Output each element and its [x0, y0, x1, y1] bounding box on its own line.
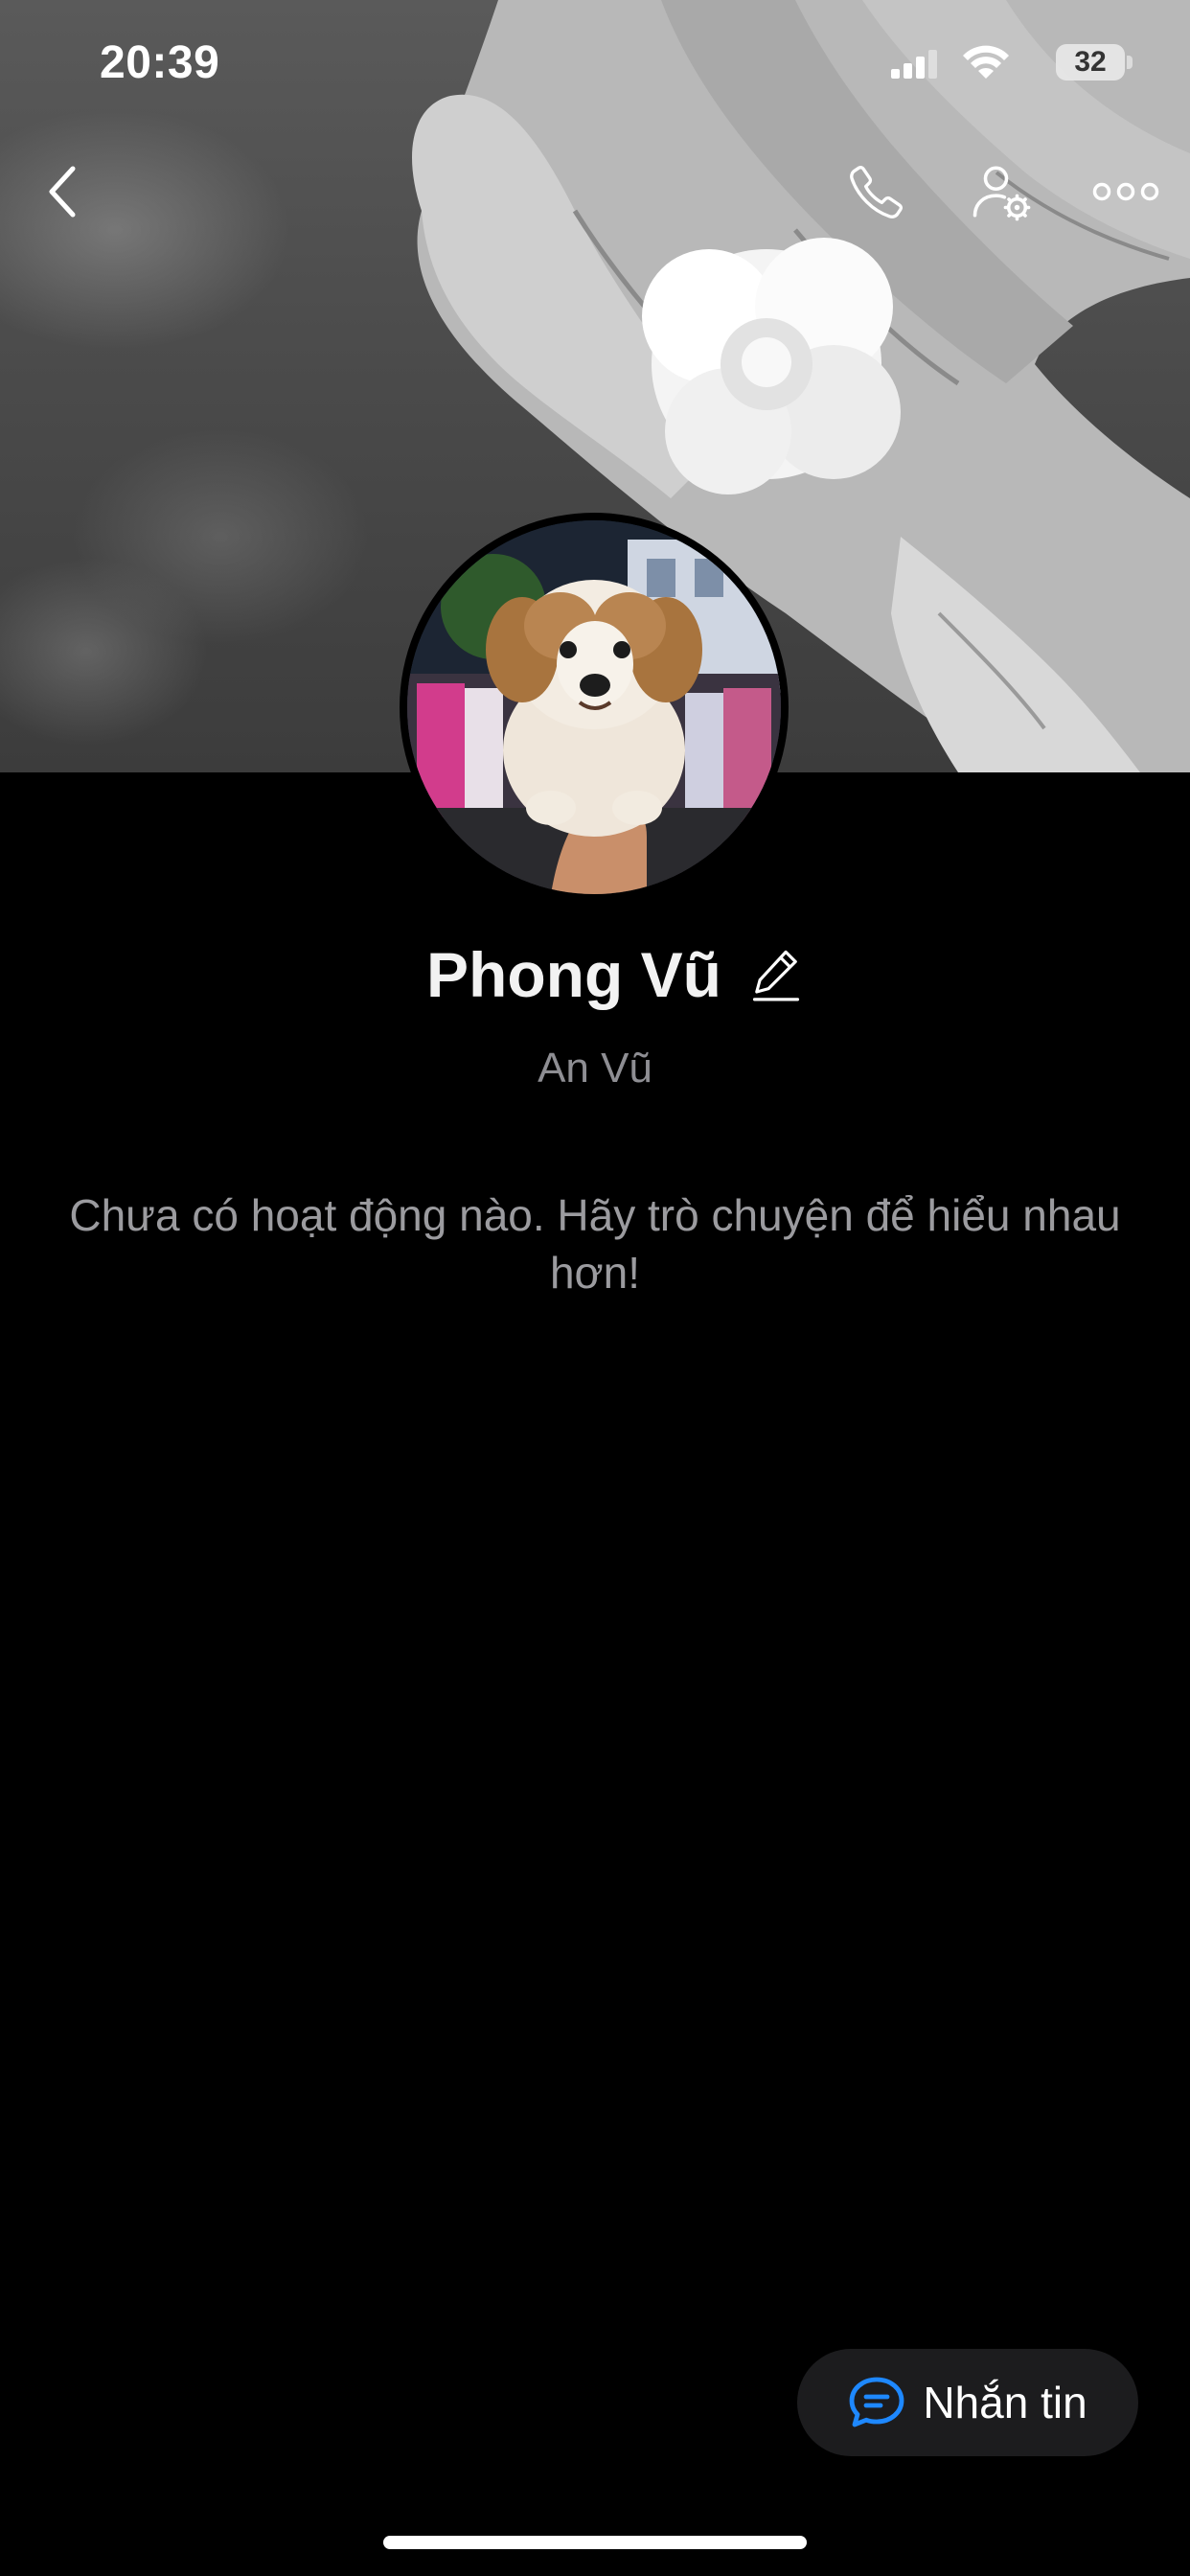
avatar[interactable] [407, 520, 781, 894]
status-bar: 20:39 32 [0, 0, 1190, 134]
avatar-ring[interactable] [400, 513, 789, 902]
status-time: 20:39 [100, 37, 220, 88]
home-indicator[interactable] [383, 2536, 807, 2549]
wifi-icon [963, 45, 1009, 79]
pencil-icon [752, 950, 800, 1001]
cellular-signal-icon [891, 50, 937, 79]
send-message-button[interactable]: Nhắn tin [797, 2349, 1138, 2456]
flower-shape [642, 238, 901, 494]
battery-indicator: 32 [1056, 44, 1125, 80]
call-button[interactable] [834, 153, 920, 230]
send-message-label: Nhắn tin [923, 2378, 1087, 2427]
user-gear-icon [973, 166, 1031, 221]
contact-settings-button[interactable] [958, 151, 1044, 232]
back-button[interactable] [29, 153, 96, 230]
profile-name-row: Phong Vũ [0, 932, 1190, 1018]
chat-bubble-icon [849, 2377, 904, 2427]
battery-nub [1127, 56, 1133, 69]
ellipsis-icon [1092, 182, 1159, 201]
avatar-puppy-image [407, 520, 781, 894]
chevron-left-icon [49, 166, 76, 218]
edit-name-button[interactable] [750, 946, 802, 1003]
profile-name: Phong Vũ [426, 939, 721, 1010]
more-options-button[interactable] [1083, 153, 1169, 230]
profile-nickname: An Vũ [538, 1045, 652, 1092]
empty-activity-message: Chưa có hoạt động nào. Hãy trò chuyện để… [69, 1190, 1121, 1298]
phone-icon [850, 165, 904, 218]
